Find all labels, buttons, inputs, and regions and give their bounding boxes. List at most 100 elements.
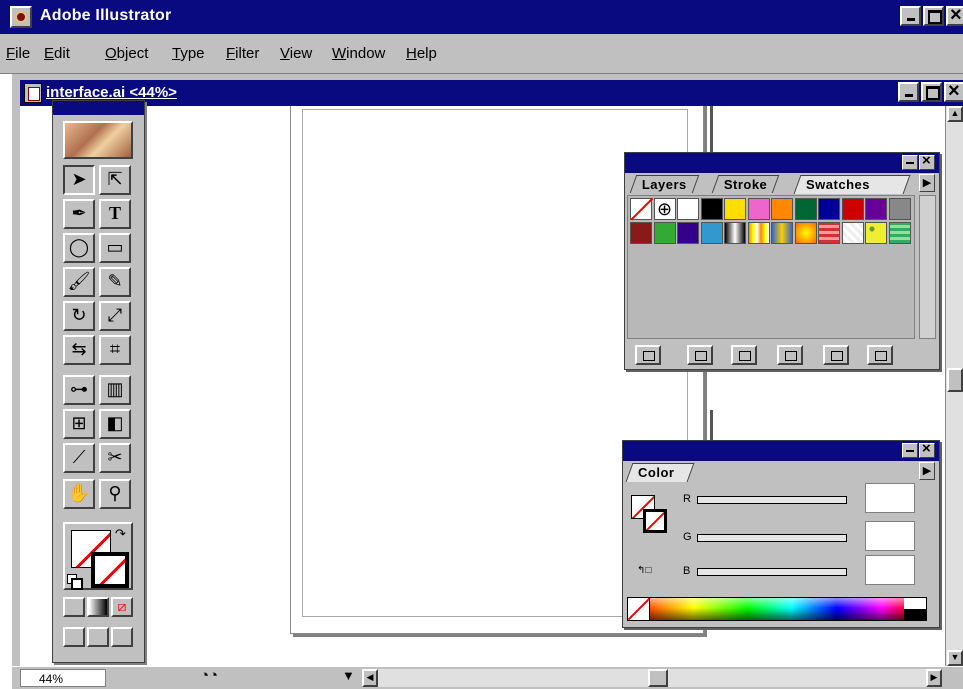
menu-edit[interactable]: Edit xyxy=(44,45,70,62)
blue-slider[interactable] xyxy=(697,568,847,576)
swatch-33aa33[interactable] xyxy=(653,222,676,244)
scale-tool-icon[interactable]: ⤢ xyxy=(99,301,131,331)
red-slider[interactable] xyxy=(697,496,847,504)
doc-minimize-button[interactable] xyxy=(898,82,919,102)
scroll-right-arrow-icon[interactable]: ▶ xyxy=(926,669,942,687)
swatch-330088[interactable] xyxy=(677,222,699,244)
scroll-left-arrow-icon[interactable]: ◀ xyxy=(362,669,378,687)
full-screen-menu-mode-button[interactable] xyxy=(87,627,109,647)
vertical-scroll-thumb[interactable] xyxy=(947,368,963,392)
show-gradient-swatches-button[interactable] xyxy=(731,345,757,365)
tab-swatches[interactable]: Swatches xyxy=(793,175,911,194)
maximize-button[interactable] xyxy=(923,6,944,26)
horizontal-scrollbar[interactable]: ◀ ▶ xyxy=(362,669,942,687)
selection-tool-icon[interactable]: ➤ xyxy=(63,165,95,195)
hand-tool-icon[interactable]: ✋ xyxy=(63,479,95,509)
swatches-scrollbar[interactable] xyxy=(919,195,936,339)
swap-fill-stroke-icon[interactable]: ↷ xyxy=(115,526,126,542)
green-value-field[interactable] xyxy=(865,521,915,551)
swatch-000099[interactable] xyxy=(818,198,840,220)
swatch-none[interactable] xyxy=(630,197,654,221)
new-swatch-button[interactable] xyxy=(823,345,849,365)
default-fill-stroke-icon[interactable] xyxy=(67,574,83,590)
menu-type[interactable]: Type xyxy=(172,45,205,62)
swatch-pattern-green[interactable] xyxy=(888,222,911,244)
swatch-660099[interactable] xyxy=(865,198,887,220)
pen-tool-icon[interactable]: ✒ xyxy=(63,199,95,229)
red-value-field[interactable] xyxy=(865,483,915,513)
swatch-gradient-orange[interactable] xyxy=(794,222,817,244)
swatch-gradient-rainbow[interactable] xyxy=(747,222,770,244)
doc-close-button[interactable] xyxy=(944,80,963,103)
scroll-up-arrow-icon[interactable]: ▲ xyxy=(947,106,963,122)
rectangle-tool-icon[interactable]: ▭ xyxy=(99,233,131,263)
swatch-gradient-blue[interactable] xyxy=(771,222,793,244)
tab-layers[interactable]: Layers xyxy=(629,175,700,193)
swatch-grid[interactable]: ⊕ xyxy=(627,195,915,339)
swatch-3399cc[interactable] xyxy=(700,222,723,244)
venus-logo-icon[interactable] xyxy=(63,121,133,159)
blend-tool-icon[interactable]: ⊶ xyxy=(63,375,95,405)
gradient-mode-button[interactable] xyxy=(87,597,109,617)
reflect-tool-icon[interactable]: ⇆ xyxy=(63,335,95,365)
type-tool-icon[interactable]: T xyxy=(99,199,131,229)
scroll-down-arrow-icon[interactable]: ▼ xyxy=(947,650,963,666)
out-of-gamut-icon[interactable]: ↰□ xyxy=(637,565,651,576)
show-color-swatches-button[interactable] xyxy=(687,345,713,365)
graph-tool-icon[interactable]: ▥ xyxy=(99,375,131,405)
scissors-tool-icon[interactable]: ✂ xyxy=(99,443,131,473)
color-spectrum-ramp[interactable] xyxy=(627,597,927,621)
swatch-registration[interactable]: ⊕ xyxy=(653,198,676,220)
toolbox-titlebar[interactable] xyxy=(53,101,144,115)
menu-filter[interactable]: Filter xyxy=(226,45,259,62)
green-slider[interactable] xyxy=(697,534,847,542)
rotate-tool-icon[interactable]: ↻ xyxy=(63,301,95,331)
show-pattern-swatches-button[interactable] xyxy=(777,345,803,365)
eyedropper-tool-icon[interactable]: ⟋ xyxy=(63,443,95,473)
delete-swatch-button[interactable] xyxy=(867,345,893,365)
swatch-8a1a1a[interactable] xyxy=(630,222,652,244)
tab-color[interactable]: Color xyxy=(625,463,695,482)
zoom-tool-icon[interactable]: ⚲ xyxy=(99,479,131,509)
ellipse-tool-icon[interactable]: ◯ xyxy=(63,233,95,263)
close-button[interactable] xyxy=(946,4,963,27)
color-close-button[interactable] xyxy=(919,440,935,458)
color-collapse-button[interactable] xyxy=(902,443,918,458)
fill-stroke-selector[interactable]: ↷ xyxy=(63,522,133,590)
direct-selection-tool-icon[interactable]: ⇱ xyxy=(99,165,131,195)
swatch-000000[interactable] xyxy=(700,198,723,220)
swatch-gradient-bw[interactable] xyxy=(724,222,746,244)
color-menu-arrow-icon[interactable]: ▶ xyxy=(919,462,935,480)
standard-screen-mode-button[interactable] xyxy=(63,627,85,647)
zoom-level-field[interactable]: 44% xyxy=(20,669,106,687)
vertical-scrollbar[interactable]: ▲ ▼ xyxy=(945,106,963,666)
blue-value-field[interactable] xyxy=(865,555,915,585)
minimize-button[interactable] xyxy=(900,6,921,26)
menu-file[interactable]: File xyxy=(6,45,30,62)
swatch-pattern-red[interactable] xyxy=(818,222,840,244)
swatch-ffffff[interactable] xyxy=(677,198,699,220)
swatch-888888[interactable] xyxy=(888,198,911,220)
black-white-swatch[interactable] xyxy=(904,598,926,620)
swatches-menu-arrow-icon[interactable]: ▶ xyxy=(919,174,935,192)
color-palette-titlebar[interactable] xyxy=(623,440,939,461)
swatch-ee66cc[interactable] xyxy=(747,198,770,220)
none-mode-button[interactable]: ⧄ xyxy=(111,597,133,617)
status-menu-arrow-icon[interactable]: ▼ xyxy=(342,668,355,683)
gradient-mesh-tool-icon[interactable]: ⊞ xyxy=(63,409,95,439)
show-all-swatches-button[interactable] xyxy=(635,345,661,365)
pencil-tool-icon[interactable]: ✎ xyxy=(99,267,131,297)
swatch-ff8800[interactable] xyxy=(771,198,793,220)
free-transform-tool-icon[interactable]: ⌗ xyxy=(99,335,131,365)
stroke-swatch[interactable] xyxy=(91,552,129,588)
tab-stroke[interactable]: Stroke xyxy=(711,175,780,193)
swatches-palette-titlebar[interactable] xyxy=(625,152,939,173)
gradient-tool-icon[interactable]: ◧ xyxy=(99,409,131,439)
swatch-pattern-yellow[interactable] xyxy=(865,222,887,244)
full-screen-mode-button[interactable] xyxy=(111,627,133,647)
paintbrush-tool-icon[interactable]: 🖌 xyxy=(63,267,95,297)
menu-view[interactable]: View xyxy=(280,45,312,62)
swatch-cc0000[interactable] xyxy=(841,198,864,220)
horizontal-scroll-thumb[interactable] xyxy=(648,669,668,687)
document-icon[interactable] xyxy=(24,83,42,103)
